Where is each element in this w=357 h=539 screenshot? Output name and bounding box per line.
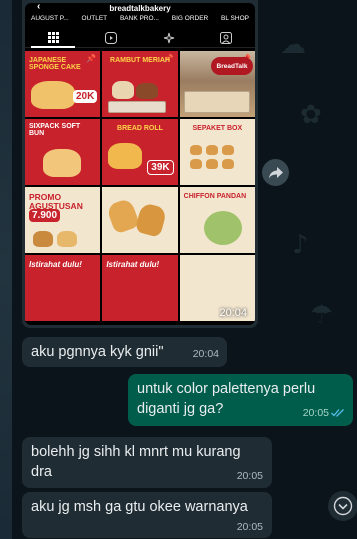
message-time: 20:05 — [236, 520, 263, 533]
message-time: 20:05 — [236, 469, 263, 482]
message-text: bolehh jg sihh kl mnrt mu kurang dra — [31, 444, 241, 480]
post-tile: Istirahat dulu! — [25, 255, 101, 321]
message-time: 20:05 — [302, 406, 329, 419]
message-text: aku jg msh ga gtu okee warnanya — [31, 499, 248, 515]
post-tile: Chiffon Pandan — [179, 187, 255, 253]
post-badge: 39K — [147, 160, 174, 175]
post-title: Sixpack Soft Bun — [29, 123, 81, 138]
tagged-tab — [198, 28, 256, 47]
window-edge — [0, 0, 12, 539]
post-tile: 📌 BreadTalk — [179, 51, 255, 117]
post-title: Istirahat dulu! — [29, 260, 82, 269]
post-tile: Istirahat dulu! — [102, 255, 178, 321]
message-time: 20:04 — [192, 347, 219, 360]
chevron-down-icon — [333, 496, 353, 516]
reels-icon — [105, 31, 118, 44]
post-tile: Sepaket Box — [179, 119, 255, 185]
post-tile: 📌 Japanese Sponge Cake 20K — [25, 51, 101, 117]
forward-button[interactable] — [262, 159, 289, 186]
post-title: Japanese Sponge Cake — [29, 57, 81, 72]
post-tile: Sixpack Soft Bun — [25, 119, 101, 185]
instagram-screenshot[interactable]: ‹ breadtalkbakery AUGUST P... OUTLET BAN… — [25, 3, 255, 325]
active-tab-indicator — [31, 46, 75, 48]
incoming-message[interactable]: aku pgnnya kyk gnii" 20:04 — [22, 337, 227, 367]
grid-tab — [25, 28, 83, 47]
reels-tab — [83, 28, 141, 47]
image-message-bubble[interactable]: ‹ breadtalkbakery AUGUST P... OUTLET BAN… — [22, 0, 258, 328]
post-badge: 20K — [72, 90, 98, 103]
post-title: Sepaket Box — [192, 125, 243, 132]
post-badge: 7.900 — [29, 209, 61, 222]
highlight-label: BANK PRO... — [119, 15, 159, 22]
instagram-tabs — [25, 28, 255, 48]
effects-tab — [140, 28, 198, 47]
sparkle-icon — [163, 32, 174, 43]
incoming-message[interactable]: aku jg msh ga gtu okee warnanya 20:05 — [22, 492, 272, 538]
highlight-label: BIG ORDER — [171, 15, 209, 22]
instagram-post-grid: 📌 Japanese Sponge Cake 20K 📌 Rambut Meri… — [25, 51, 255, 321]
instagram-highlights: AUGUST P... OUTLET BANK PRO... BIG ORDER… — [25, 13, 255, 28]
image-timestamp: 20:04 — [219, 307, 247, 319]
highlight-label: AUGUST P... — [31, 15, 69, 22]
post-title: Istirahat dulu! — [106, 260, 160, 269]
outgoing-message[interactable]: untuk color palettenya perlu diganti jg … — [128, 374, 353, 426]
read-ticks-icon — [331, 409, 344, 418]
post-title: Chiffon Pandan — [183, 193, 247, 200]
post-tile: 📌 Rambut Meriah — [102, 51, 178, 117]
post-title: Bread Roll — [117, 125, 163, 132]
post-tile: Promo Agustusan 7.900 — [25, 187, 101, 253]
highlight-label: OUTLET — [81, 15, 108, 22]
tagged-person-icon — [220, 31, 233, 44]
instagram-header: ‹ breadtalkbakery — [25, 3, 255, 13]
scroll-to-bottom-button[interactable] — [328, 491, 357, 521]
message-text: aku pgnnya kyk gnii" — [31, 344, 164, 360]
back-icon: ‹ — [37, 3, 41, 12]
highlight-label: BL SHOP — [221, 15, 249, 22]
message-text: untuk color palettenya perlu diganti jg … — [137, 381, 316, 417]
instagram-username: breadtalkbakery — [109, 3, 171, 13]
grid-icon — [48, 32, 60, 43]
post-title: Rambut Meriah — [110, 57, 170, 64]
post-tile: Bread Roll 39K — [102, 119, 178, 185]
incoming-message[interactable]: bolehh jg sihh kl mnrt mu kurang dra 20:… — [22, 437, 272, 488]
message-meta: 20:05 — [303, 406, 345, 420]
forward-icon — [268, 166, 283, 178]
post-tile — [102, 187, 178, 253]
store-sign: BreadTalk — [211, 57, 253, 75]
